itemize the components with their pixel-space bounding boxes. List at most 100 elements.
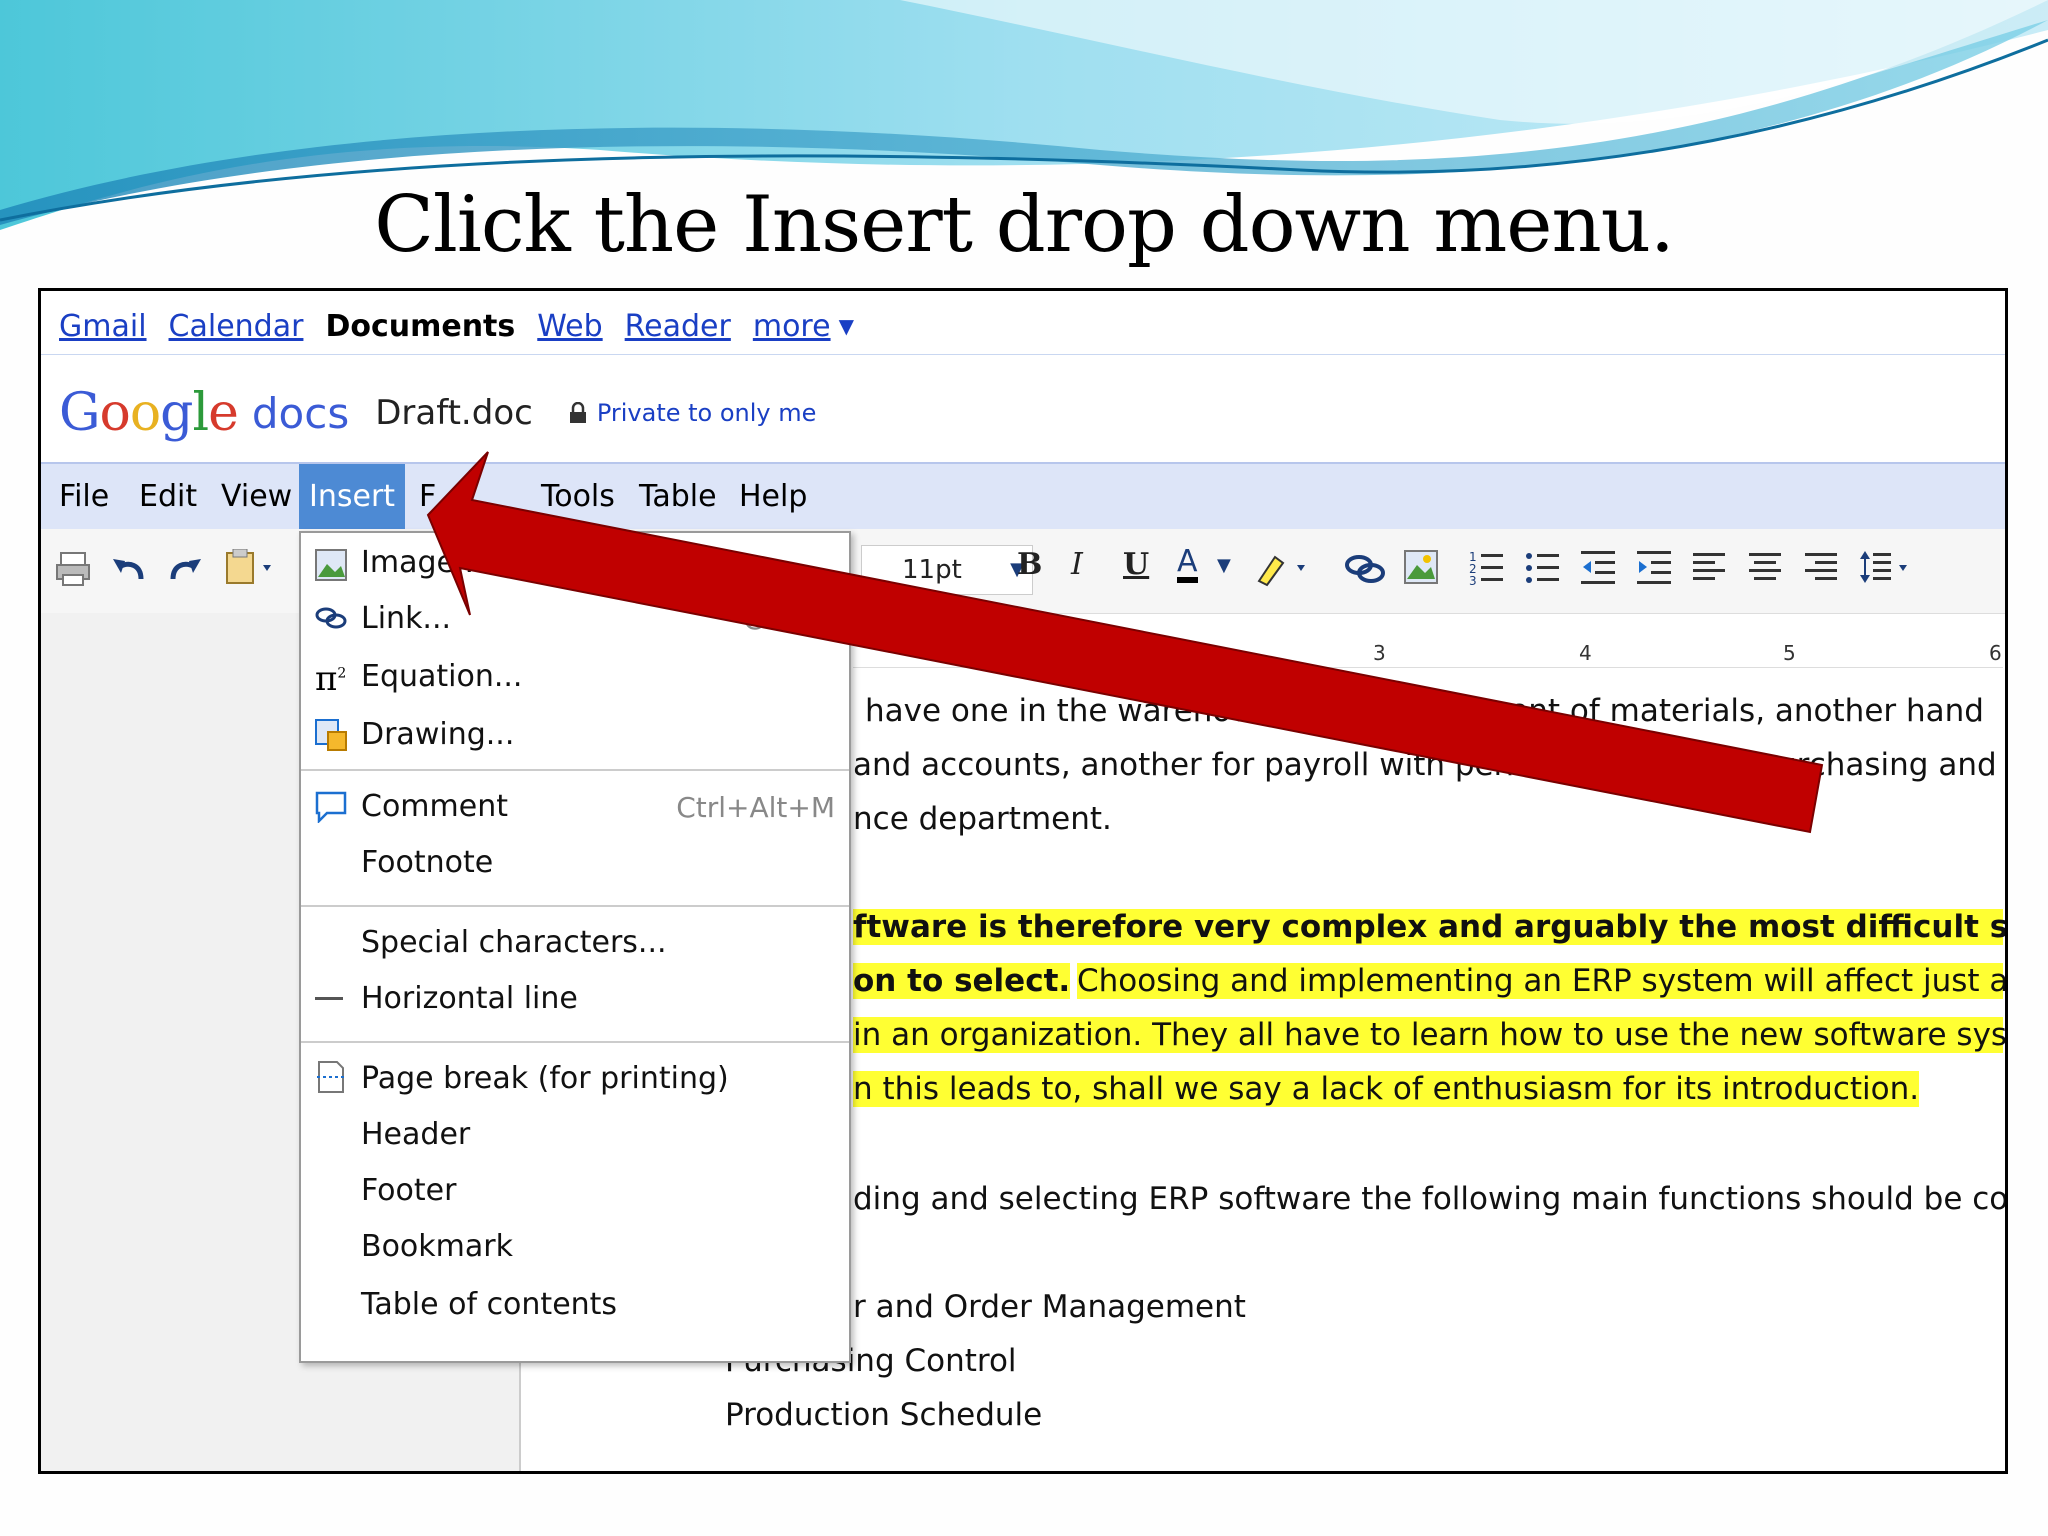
horizontal-line-icon [315, 997, 343, 1000]
menu-item-bookmark[interactable]: Bookmark [301, 1221, 849, 1279]
web-link[interactable]: Web [537, 309, 602, 344]
menu-item-special-characters[interactable]: Special characters... [301, 913, 849, 971]
calendar-link[interactable]: Calendar [169, 309, 304, 344]
menu-item-image[interactable]: Image... [301, 533, 849, 591]
google-bar: Gmail Calendar Documents Web Reader more… [59, 301, 876, 351]
doc-line: urchasing and [1777, 747, 1997, 783]
menu-item-label: Horizontal line [361, 981, 578, 1016]
menu-divider [301, 1041, 849, 1043]
decrease-indent-icon[interactable] [1581, 549, 1617, 589]
menu-item-label: Header [361, 1117, 471, 1152]
doc-line: nce department. [853, 801, 1112, 837]
doc-line-highlighted: on to select. [853, 963, 1071, 999]
menu-format[interactable]: F [409, 464, 446, 530]
menu-item-equation[interactable]: π2 Equation... [301, 649, 849, 707]
docs-product-label: docs [251, 388, 350, 438]
insert-link-icon[interactable] [1345, 551, 1385, 587]
italic-button[interactable]: I [1071, 547, 1083, 582]
line-spacing-icon[interactable] [1859, 549, 1919, 589]
google-docs-window: Gmail Calendar Documents Web Reader more… [38, 288, 2008, 1474]
menu-item-drawing[interactable]: Drawing... [301, 707, 849, 765]
menu-item-shortcut: Ctrl+K [743, 603, 835, 636]
image-icon [315, 549, 347, 581]
doc-line: have one in the warehouse [865, 693, 1287, 729]
menu-item-page-break[interactable]: Page break (for printing) [301, 1049, 849, 1107]
menu-item-label: Special characters... [361, 925, 667, 960]
align-right-icon[interactable] [1805, 549, 1841, 589]
slide-title: Click the Insert drop down menu. [374, 180, 1674, 270]
menu-item-link[interactable]: Link... Ctrl+K [301, 591, 849, 649]
ruler[interactable]: 1 3 4 5 6 [853, 641, 2003, 668]
comment-icon [315, 791, 347, 823]
menu-item-label: Drawing... [361, 717, 515, 752]
doc-line: ment of materials, another hand [1479, 693, 1984, 729]
pi-icon: π2 [315, 659, 347, 699]
documents-link[interactable]: Documents [325, 309, 515, 344]
menu-divider [301, 905, 849, 907]
undo-icon[interactable] [111, 553, 147, 585]
text-color-button[interactable]: A [1177, 547, 1198, 583]
align-center-icon[interactable] [1749, 549, 1785, 589]
menu-insert[interactable]: Insert [299, 464, 406, 530]
insert-image-icon[interactable] [1403, 549, 1439, 585]
document-title[interactable]: Draft.doc [375, 393, 533, 433]
ruler-mark: 5 [1783, 641, 1796, 665]
doc-line-highlighted: in an organization. They all have to lea… [853, 1017, 2008, 1053]
doc-line: Production Schedule [725, 1397, 1043, 1433]
menu-item-label: Footer [361, 1173, 457, 1208]
menu-item-table-of-contents[interactable]: Table of contents [301, 1279, 849, 1337]
lock-icon [569, 402, 586, 423]
google-bar-divider [41, 354, 2005, 355]
doc-line: r and Order Management [853, 1289, 1246, 1325]
more-link[interactable]: more [753, 309, 831, 344]
drawing-icon [315, 719, 347, 751]
menu-item-footnote[interactable]: Footnote [301, 835, 849, 893]
highlight-color-icon[interactable] [1253, 549, 1313, 589]
font-size-select[interactable]: 11pt ▼ [861, 545, 1033, 595]
menu-file[interactable]: File [49, 464, 119, 530]
menu-item-header[interactable]: Header [301, 1107, 849, 1165]
insert-dropdown-menu: Image... Link... Ctrl+K π2 Equation... D… [299, 531, 851, 1363]
redo-icon[interactable] [167, 553, 203, 585]
doc-header: Google docs Draft.doc Private to only me [59, 373, 816, 453]
menu-help[interactable]: Help [729, 464, 817, 530]
increase-indent-icon[interactable] [1637, 549, 1673, 589]
reader-link[interactable]: Reader [625, 309, 731, 344]
paint-format-icon[interactable] [223, 549, 283, 589]
link-icon [315, 607, 347, 629]
menu-divider [301, 769, 849, 771]
menu-item-comment[interactable]: Comment Ctrl+Alt+M [301, 777, 849, 835]
menu-item-shortcut: Ctrl+Alt+M [676, 791, 835, 824]
ruler-mark: 1 [963, 641, 976, 665]
bulleted-list-icon[interactable] [1525, 549, 1561, 589]
sharing-status[interactable]: Private to only me [597, 399, 817, 427]
menu-view[interactable]: View [211, 464, 302, 530]
menu-table[interactable]: Table [629, 464, 727, 530]
menu-item-label: Comment [361, 789, 508, 824]
underline-button[interactable]: U [1123, 547, 1149, 582]
text-color-caret-icon[interactable]: ▼ [1217, 555, 1231, 576]
menu-edit[interactable]: Edit [129, 464, 207, 530]
menu-item-label: Equation... [361, 659, 523, 694]
ruler-mark: 3 [1373, 641, 1386, 665]
doc-line: and accounts, another for payroll with p… [853, 747, 1581, 783]
svg-text:3: 3 [1469, 574, 1477, 588]
gmail-link[interactable]: Gmail [59, 309, 147, 344]
menu-item-label: Link... [361, 601, 452, 636]
doc-line-highlighted: ftware is therefore very complex and arg… [853, 909, 2008, 945]
menu-tools[interactable]: Tools [531, 464, 625, 530]
doc-line-highlighted: Choosing and implementing an ERP system … [1077, 963, 2008, 999]
doc-line-highlighted: n this leads to, shall we say a lack of … [853, 1071, 1920, 1107]
menu-item-label: Page break (for printing) [361, 1061, 729, 1096]
print-icon[interactable] [55, 551, 91, 587]
menu-item-footer[interactable]: Footer [301, 1165, 849, 1223]
more-caret-icon[interactable]: ▼ [839, 314, 854, 338]
align-left-icon[interactable] [1693, 549, 1729, 589]
font-size-value: 11pt [902, 555, 962, 585]
bold-button[interactable]: B [1017, 547, 1042, 582]
doc-line: ding and selecting ERP software the foll… [853, 1181, 2008, 1217]
google-logo[interactable]: Google [59, 383, 239, 443]
ruler-mark: 4 [1579, 641, 1592, 665]
numbered-list-icon[interactable]: 1 2 3 [1469, 549, 1505, 589]
menu-item-horizontal-line[interactable]: Horizontal line [301, 971, 849, 1029]
